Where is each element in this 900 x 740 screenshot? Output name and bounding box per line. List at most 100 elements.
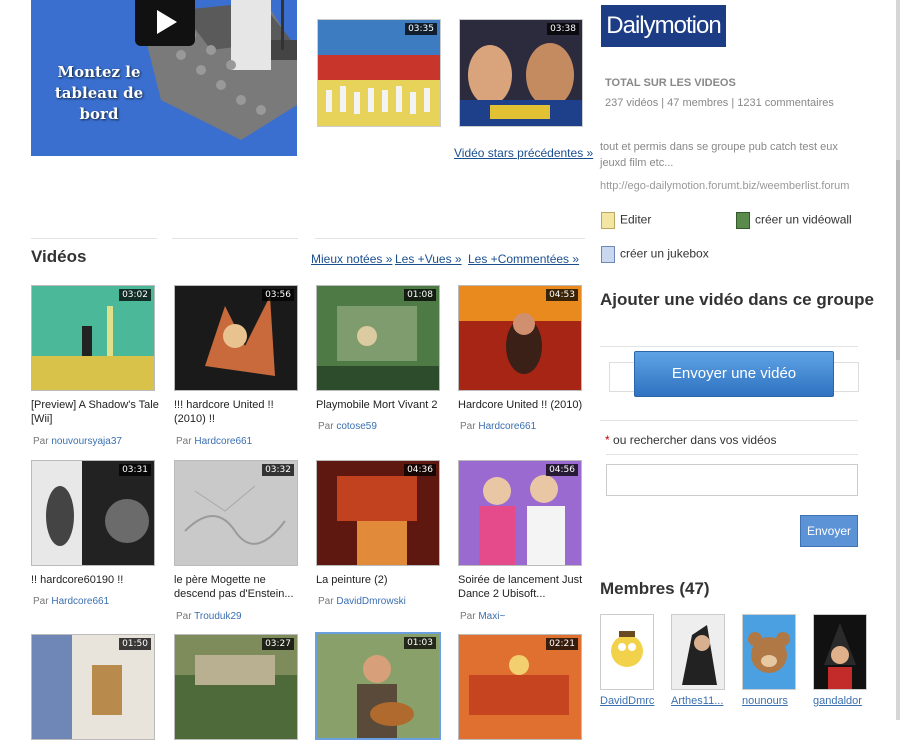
video-title-link[interactable]: le père Mogette ne descend pas d'Enstein… xyxy=(174,573,302,601)
video-duration: 03:02 xyxy=(119,289,151,301)
video-title-link[interactable]: Soirée de lancement Just Dance 2 Ubisoft… xyxy=(458,573,586,601)
by-label: Par xyxy=(176,436,192,447)
member-name-link[interactable]: nounours xyxy=(742,695,788,707)
group-stats: 237 vidéos | 47 membres | 1231 commentai… xyxy=(605,97,834,109)
videos-heading: Vidéos xyxy=(31,247,87,266)
promo-banner[interactable]: Montez le tableau de bord xyxy=(31,0,297,156)
by-label: Par xyxy=(176,611,192,622)
jukebox-action[interactable]: créer un jukebox xyxy=(601,246,709,263)
video-thumbnail[interactable]: 04:56 xyxy=(458,460,582,566)
video-title-link[interactable]: !!! hardcore United !! (2010) !! xyxy=(174,398,302,426)
author-link[interactable]: Hardcore661 xyxy=(478,421,536,432)
character-avatar xyxy=(672,615,724,689)
video-duration: 01:50 xyxy=(119,638,151,650)
video-thumbnail[interactable]: 03:31 xyxy=(31,460,155,566)
painting-image xyxy=(317,461,439,565)
video-duration: 01:03 xyxy=(404,637,436,649)
members-heading: Membres (47) xyxy=(600,579,710,598)
crowd-thumbnail xyxy=(318,20,440,126)
jukebox-icon xyxy=(601,246,615,263)
homer-avatar xyxy=(601,615,653,689)
previous-star-videos-link[interactable]: Vidéo stars précédentes » xyxy=(454,146,593,160)
author-link[interactable]: nouvoursyaja37 xyxy=(51,436,122,447)
video-author: Par cotose59 xyxy=(318,421,377,432)
hardcore-image xyxy=(175,286,297,390)
video-duration: 03:56 xyxy=(262,289,294,301)
edit-label: Editer xyxy=(620,212,652,227)
window-border xyxy=(896,0,900,720)
divider xyxy=(600,346,858,347)
video-thumbnail[interactable]: 01:50 xyxy=(31,634,155,740)
video-thumbnail-selected[interactable]: 01:03 xyxy=(315,632,441,740)
video-title-link[interactable]: !! hardcore60190 !! xyxy=(31,573,159,587)
video-author: Par Hardcore661 xyxy=(460,421,536,432)
play-icon[interactable] xyxy=(135,0,195,46)
by-label: Par xyxy=(33,596,49,607)
search-videos-input[interactable] xyxy=(606,464,858,496)
video-thumbnail[interactable]: 03:32 xyxy=(174,460,298,566)
member-avatar[interactable] xyxy=(742,614,796,690)
video-duration: 04:36 xyxy=(404,464,436,476)
edit-icon xyxy=(601,212,615,229)
video-duration: 03:32 xyxy=(262,464,294,476)
video-thumbnail[interactable]: 02:21 xyxy=(458,634,582,740)
member-avatar[interactable] xyxy=(671,614,725,690)
video-thumbnail[interactable]: 01:08 xyxy=(316,285,440,391)
edit-action[interactable]: Editer xyxy=(601,212,651,229)
outdoor-image xyxy=(175,635,297,739)
stats-heading: TOTAL SUR LES VIDEOS xyxy=(605,77,736,89)
by-label: Par xyxy=(460,421,476,432)
author-link[interactable]: Maxi~ xyxy=(478,611,505,622)
group-url[interactable]: http://ego-dailymotion.forumt.biz/weembe… xyxy=(600,180,849,192)
top-video-thumb[interactable]: 03:38 xyxy=(459,19,583,127)
jukebox-label: créer un jukebox xyxy=(620,246,709,261)
upload-video-button[interactable]: Envoyer une vidéo xyxy=(634,351,834,397)
room-image xyxy=(32,635,154,739)
tab-best-rated[interactable]: Mieux notées » xyxy=(311,252,392,266)
video-title-link[interactable]: Playmobile Mort Vivant 2 xyxy=(316,398,444,412)
author-link[interactable]: Hardcore661 xyxy=(51,596,109,607)
add-video-heading: Ajouter une vidéo dans ce groupe xyxy=(600,290,874,309)
tab-most-commented[interactable]: Les +Commentées » xyxy=(468,252,579,266)
dailymotion-logo[interactable]: Dailymotion xyxy=(601,5,726,47)
tab-most-viewed[interactable]: Les +Vues » xyxy=(395,252,462,266)
author-link[interactable]: DavidDmrowski xyxy=(336,596,405,607)
author-link[interactable]: Hardcore661 xyxy=(194,436,252,447)
just-dance-image xyxy=(459,461,581,565)
top-video-thumb[interactable]: 03:35 xyxy=(317,19,441,127)
author-link[interactable]: Trouduk29 xyxy=(194,611,241,622)
by-label: Par xyxy=(318,596,334,607)
video-thumbnail[interactable]: 04:53 xyxy=(458,285,582,391)
video-thumbnail[interactable]: 04:36 xyxy=(316,460,440,566)
member-avatar[interactable] xyxy=(600,614,654,690)
member-name-link[interactable]: DavidDmrc xyxy=(600,695,654,707)
video-duration: 02:21 xyxy=(546,638,578,650)
divider xyxy=(315,238,585,239)
videowall-action[interactable]: créer un vidéowall xyxy=(736,212,852,229)
divider xyxy=(600,420,858,421)
scrollbar[interactable] xyxy=(896,160,900,360)
search-videos-label: * ou rechercher dans vos vidéos xyxy=(605,433,776,447)
author-link[interactable]: cotose59 xyxy=(336,421,377,432)
video-thumbnail[interactable]: 03:56 xyxy=(174,285,298,391)
video-title-link[interactable]: Hardcore United !! (2010) xyxy=(458,398,586,412)
bw-image xyxy=(32,461,154,565)
bear-avatar xyxy=(743,615,795,689)
wrestlers-thumbnail xyxy=(460,20,582,126)
member-name-link[interactable]: Arthes11... xyxy=(671,695,723,707)
required-marker: * xyxy=(605,433,610,447)
send-button[interactable]: Envoyer xyxy=(800,515,858,547)
video-thumbnail[interactable]: 03:02 xyxy=(31,285,155,391)
member-name-link[interactable]: gandaldor xyxy=(813,695,862,707)
video-author: Par Hardcore661 xyxy=(176,436,252,447)
video-thumbnail[interactable]: 03:27 xyxy=(174,634,298,740)
group-description: tout et permis dans se groupe pub catch … xyxy=(600,141,838,169)
video-duration: 03:31 xyxy=(119,464,151,476)
anime-avatar xyxy=(814,615,866,689)
video-title-link[interactable]: [Preview] A Shadow's Tale [Wii] xyxy=(31,398,159,426)
game-scene-image xyxy=(32,286,154,390)
videowall-label: créer un vidéowall xyxy=(755,212,852,227)
video-duration: 04:56 xyxy=(546,464,578,476)
member-avatar[interactable] xyxy=(813,614,867,690)
video-title-link[interactable]: La peinture (2) xyxy=(316,573,444,587)
